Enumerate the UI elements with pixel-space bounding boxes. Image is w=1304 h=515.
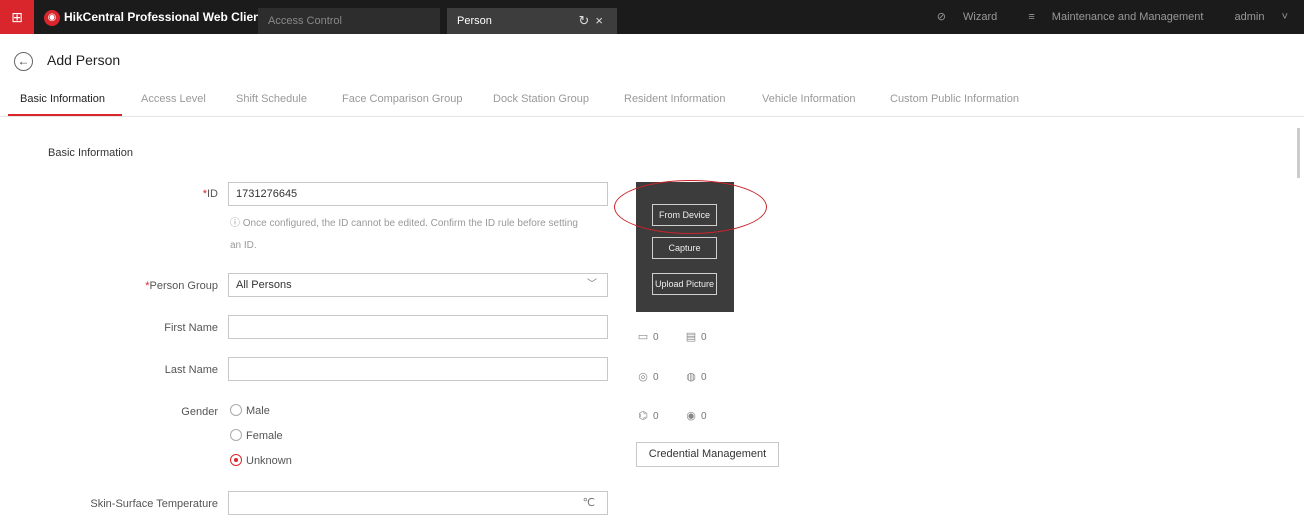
id-hint-continued: an ID. bbox=[230, 240, 257, 251]
tab-resident-information[interactable]: Resident Information bbox=[624, 93, 726, 105]
last-name-input[interactable] bbox=[228, 357, 608, 381]
tab-person[interactable]: Person ↻× bbox=[447, 8, 617, 34]
gender-male-radio[interactable]: Male bbox=[230, 404, 270, 417]
user-label: admin bbox=[1234, 11, 1265, 23]
menu-icon: ≡ bbox=[1028, 11, 1035, 23]
app-brand: HikCentral Professional Web Client bbox=[64, 10, 265, 24]
tab-access-control[interactable]: Access Control bbox=[258, 8, 440, 34]
radio-off-icon bbox=[230, 429, 242, 442]
credential-management-button[interactable]: Credential Management bbox=[636, 442, 779, 467]
gender-female-radio[interactable]: Female bbox=[230, 429, 283, 442]
tab-custom-public-information[interactable]: Custom Public Information bbox=[890, 93, 1019, 105]
capture-button[interactable]: Capture bbox=[652, 237, 717, 259]
tab-access-control-label: Access Control bbox=[268, 15, 342, 27]
face-scan-icon: ⌬ bbox=[638, 410, 648, 422]
radio-on-icon bbox=[230, 454, 242, 467]
gender-label: Gender bbox=[181, 406, 218, 418]
person-group-select[interactable]: All Persons ﹀ bbox=[228, 273, 608, 297]
maintenance-label: Maintenance and Management bbox=[1051, 11, 1204, 23]
fingerprint-reader-count[interactable]: ◍ 0 bbox=[684, 370, 706, 383]
temperature-input[interactable]: ℃ bbox=[228, 491, 608, 515]
scrollbar[interactable] bbox=[1297, 128, 1300, 178]
gender-unknown-radio[interactable]: Unknown bbox=[230, 454, 292, 467]
id-value: 1731276645 bbox=[236, 188, 298, 200]
wizard-label: Wizard bbox=[963, 11, 998, 23]
chevron-down-icon: ˅ bbox=[1281, 11, 1288, 23]
card-reader-count[interactable]: ▤ 0 bbox=[684, 330, 707, 343]
apps-grid-icon[interactable]: ⊞ bbox=[0, 0, 34, 34]
upload-picture-button[interactable]: Upload Picture bbox=[652, 273, 717, 295]
refresh-icon[interactable]: ↻ bbox=[579, 13, 596, 28]
temperature-unit: ℃ bbox=[582, 497, 595, 509]
back-arrow-icon[interactable]: ← bbox=[14, 52, 33, 71]
wizard-link[interactable]: ⊘ Wizard bbox=[923, 11, 998, 23]
card-count[interactable]: ▭ 0 bbox=[636, 330, 659, 343]
highlight-annotation bbox=[614, 180, 767, 234]
face-count[interactable]: ⌬ 0 bbox=[636, 409, 658, 422]
active-tab-indicator bbox=[8, 114, 122, 116]
first-name-label: First Name bbox=[164, 322, 218, 334]
chevron-down-icon: ﹀ bbox=[587, 279, 597, 290]
fingerprint-reader-icon: ◍ bbox=[686, 371, 696, 383]
temperature-label: Skin-Surface Temperature bbox=[90, 498, 218, 510]
card-reader-icon: ▤ bbox=[685, 331, 697, 343]
tab-face-comparison-group[interactable]: Face Comparison Group bbox=[342, 93, 462, 105]
tab-vehicle-information[interactable]: Vehicle Information bbox=[762, 93, 856, 105]
close-icon[interactable]: × bbox=[595, 13, 609, 28]
eye-icon: ◉ bbox=[686, 410, 696, 422]
tab-access-level[interactable]: Access Level bbox=[141, 93, 206, 105]
last-name-label: Last Name bbox=[164, 364, 218, 376]
top-bar: ⊞ ◉ HikCentral Professional Web Client A… bbox=[0, 0, 1304, 34]
id-input[interactable]: 1731276645 bbox=[228, 182, 608, 206]
user-menu[interactable]: admin ˅ bbox=[1221, 11, 1288, 23]
first-name-input[interactable] bbox=[228, 315, 608, 339]
top-right-menu: ⊘ Wizard ≡ Maintenance and Management ad… bbox=[909, 0, 1288, 34]
iris-count[interactable]: ◉ 0 bbox=[684, 409, 706, 422]
id-label: *ID bbox=[202, 188, 218, 200]
tab-person-label: Person bbox=[457, 15, 492, 27]
person-tabs: Basic Information Access Level Shift Sch… bbox=[0, 86, 1304, 117]
id-hint: ⓘ Once configured, the ID cannot be edit… bbox=[230, 218, 578, 229]
card-icon: ▭ bbox=[637, 331, 649, 343]
hik-logo-icon: ◉ bbox=[44, 10, 60, 26]
tab-basic-information[interactable]: Basic Information bbox=[20, 93, 105, 105]
fingerprint-count[interactable]: ◎ 0 bbox=[636, 370, 658, 383]
fingerprint-icon: ◎ bbox=[638, 371, 648, 383]
tab-dock-station-group[interactable]: Dock Station Group bbox=[493, 93, 589, 105]
radio-off-icon bbox=[230, 404, 242, 417]
page-title: Add Person bbox=[47, 52, 121, 68]
compass-icon: ⊘ bbox=[936, 11, 946, 23]
info-icon: ⓘ bbox=[230, 218, 240, 229]
tab-shift-schedule[interactable]: Shift Schedule bbox=[236, 93, 307, 105]
person-group-value: All Persons bbox=[236, 279, 292, 291]
section-title: Basic Information bbox=[48, 147, 133, 159]
person-group-label: *Person Group bbox=[145, 280, 218, 292]
maintenance-menu[interactable]: ≡ Maintenance and Management bbox=[1014, 11, 1203, 23]
